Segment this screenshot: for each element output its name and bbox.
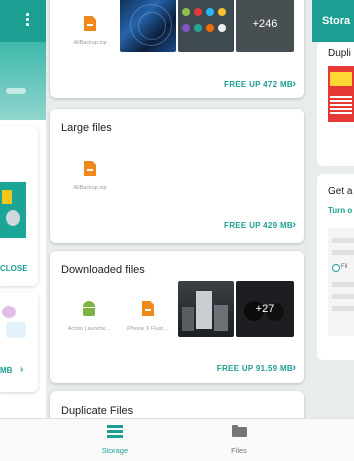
storage-progress-pill [6,88,26,94]
left-card-2: MB › [0,292,38,392]
left-header [0,0,46,42]
right-duplicates-card: Dupli [317,42,354,166]
file-icon[interactable] [142,301,154,316]
more-media-thumbnail[interactable]: +246 [236,0,294,52]
card-title: Get a [328,186,353,197]
chevron-right-icon[interactable]: › [20,364,23,375]
chevron-right-icon[interactable]: › [292,362,296,374]
file-label: Action Launche... [67,326,111,332]
file-icon[interactable] [84,161,96,176]
option-label: Fil [341,264,348,270]
chevron-right-icon[interactable]: › [292,219,296,231]
card-title: Duplicate Files [61,405,134,417]
more-count: +246 [252,18,278,30]
file-label: AllBackup.zip [73,40,107,46]
screenshot-thumbnail[interactable] [178,0,234,52]
promo-illustration [0,182,26,238]
more-count: +27 [255,303,275,315]
card-title: Large files [61,122,112,134]
free-up-label[interactable]: MB [0,366,12,375]
free-up-button[interactable]: FREE UP 472 MB [224,80,293,89]
left-promo-card: CLOSE [0,126,38,286]
folder-icon [232,425,247,437]
right-get-access-card: Get a Turn o Fil [317,174,354,360]
left-card-3 [0,398,38,418]
overflow-menu-icon[interactable] [25,13,29,27]
free-up-button[interactable]: FREE UP 429 MB [224,221,293,230]
android-apk-icon[interactable] [82,301,96,317]
photo-thumbnail[interactable] [178,281,234,337]
file-label: AllBackup.zip [73,185,107,191]
card-title: Dupli [328,48,351,59]
settings-preview: Fil [328,228,354,336]
nav-label: Files [231,446,247,455]
storage-summary-banner [0,42,46,120]
radio-icon [332,264,340,272]
more-downloads-thumbnail[interactable]: +27 [236,281,294,337]
storage-icon [107,425,123,438]
large-files-card: Large files AllBackup.zip FREE UP 429 MB… [50,109,304,243]
app-title: Stora [322,15,351,27]
downloaded-files-card: Downloaded files Action Launche... iPhon… [50,251,304,383]
bottom-navigation: Storage Files [0,418,354,461]
card-illustration [2,306,30,352]
nav-label: Storage [101,446,129,455]
media-card: AllBackup.zip +246 FREE UP 472 MB › [50,0,304,98]
turn-on-link[interactable]: Turn o [328,206,352,215]
file-icon [84,16,96,31]
close-button[interactable]: CLOSE [0,264,28,273]
wallpaper-thumbnail[interactable] [120,0,176,52]
free-up-button[interactable]: FREE UP 91.59 MB [217,364,293,373]
chevron-right-icon[interactable]: › [292,78,296,90]
file-label: iPhone X Fluid ... [127,326,169,332]
duplicate-image-thumbnail[interactable] [328,66,354,122]
card-title: Downloaded files [61,264,145,276]
